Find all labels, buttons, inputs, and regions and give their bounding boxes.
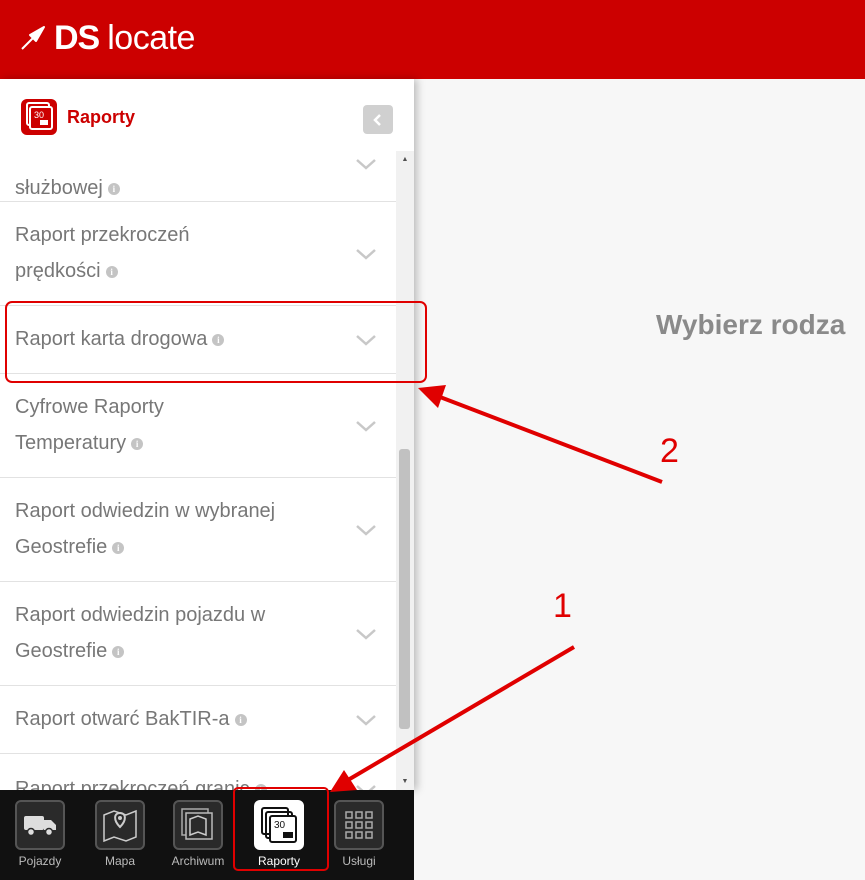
nav-pojazdy[interactable]: Pojazdy (2, 790, 78, 880)
logo-arrow-icon (21, 26, 45, 50)
report-item-label: Raport odwiedzin pojazdu w Geostrefie i (15, 604, 266, 662)
info-icon[interactable]: i (234, 713, 247, 726)
chevron-down-icon[interactable] (355, 783, 377, 790)
reports-icon: 30 (254, 800, 304, 850)
report-item[interactable]: Raport odwiedzin w wybranej Geostrefie i (0, 478, 396, 582)
svg-text:30: 30 (274, 820, 286, 831)
report-item[interactable]: Cyfrowe Raporty Temperatury i (0, 374, 396, 478)
report-item[interactable]: Raport otwarć BakTIR-a i (0, 686, 396, 754)
report-item-label: Raport przekroczeń prędkości i (15, 224, 190, 282)
logo-ds-text: DS (54, 18, 100, 57)
scrollbar-thumb[interactable] (399, 449, 410, 729)
grid-icon (334, 800, 384, 850)
nav-archiwum[interactable]: Archiwum (160, 790, 236, 880)
report-item-karta-drogowa[interactable]: Raport karta drogowa i (0, 306, 396, 374)
top-bar: DS locate (0, 0, 865, 79)
nav-label: Usługi (342, 854, 376, 868)
map-icon (95, 800, 145, 850)
reports-panel: 30 Raporty służbowej i Raport przekroczeń… (0, 79, 414, 790)
chevron-down-icon[interactable] (355, 523, 377, 537)
info-icon[interactable]: i (105, 265, 118, 278)
list-scrollbar[interactable]: ▲ ▼ (396, 151, 414, 790)
select-report-message: Wybierz rodza (656, 309, 846, 340)
nav-uslugi[interactable]: Usługi (321, 790, 397, 880)
report-item-label: służbowej i (15, 170, 120, 206)
info-icon[interactable]: i (112, 645, 125, 658)
nav-label: Archiwum (171, 854, 225, 868)
info-icon[interactable]: i (107, 182, 120, 195)
archive-icon (173, 800, 223, 850)
info-icon[interactable]: i (212, 333, 225, 346)
chevron-left-icon (373, 113, 381, 126)
report-item[interactable]: Raport przekroczeń prędkości i (0, 202, 396, 306)
report-list: służbowej i Raport przekroczeń prędkości i … (0, 151, 396, 790)
chevron-down-icon[interactable] (355, 247, 377, 261)
reports-panel-icon: 30 (21, 99, 57, 135)
report-item-label: Raport przekroczeń granic i (15, 771, 267, 790)
nav-label: Mapa (104, 854, 136, 868)
report-item-label: Cyfrowe Raporty Temperatury i (15, 396, 164, 454)
scroll-up-arrow-icon[interactable]: ▲ (396, 151, 414, 168)
chevron-down-icon[interactable] (355, 627, 377, 641)
nav-mapa[interactable]: Mapa (82, 790, 158, 880)
panel-title: Raporty (67, 107, 136, 127)
svg-text:30: 30 (34, 110, 44, 120)
report-item-label: Raport karta drogowa i (15, 321, 225, 357)
report-item[interactable]: służbowej i (0, 151, 396, 202)
nav-raporty[interactable]: 30 Raporty (241, 790, 317, 880)
report-item-label: Raport otwarć BakTIR-a i (15, 701, 247, 737)
nav-label: Raporty (257, 854, 301, 868)
report-item[interactable]: Raport przekroczeń granic i (0, 754, 396, 790)
nav-label: Pojazdy (18, 854, 62, 868)
collapse-panel-button[interactable] (363, 105, 393, 134)
chevron-down-icon[interactable] (355, 333, 377, 347)
info-icon[interactable]: i (112, 541, 125, 554)
truck-icon (15, 800, 65, 850)
info-icon[interactable]: i (131, 437, 144, 450)
report-item[interactable]: Raport odwiedzin pojazdu w Geostrefie i (0, 582, 396, 686)
reports-icon: 30 (26, 102, 53, 130)
chevron-down-icon[interactable] (355, 419, 377, 433)
annotation-label-1: 1 (553, 587, 572, 625)
chevron-down-icon[interactable] (355, 157, 377, 171)
app-logo[interactable]: DS locate (20, 18, 195, 58)
report-item-label: Raport odwiedzin w wybranej Geostrefie i (15, 500, 276, 558)
main-content: Wybierz rodza (414, 79, 865, 880)
scroll-down-arrow-icon[interactable]: ▼ (396, 773, 414, 790)
bottom-nav: Pojazdy Mapa Archiwum 30 Raporty Usługi (0, 790, 414, 880)
annotation-label-2: 2 (660, 432, 679, 470)
logo-locate-text: locate (107, 18, 195, 57)
chevron-down-icon[interactable] (355, 713, 377, 727)
panel-header: 30 Raporty (0, 79, 414, 151)
